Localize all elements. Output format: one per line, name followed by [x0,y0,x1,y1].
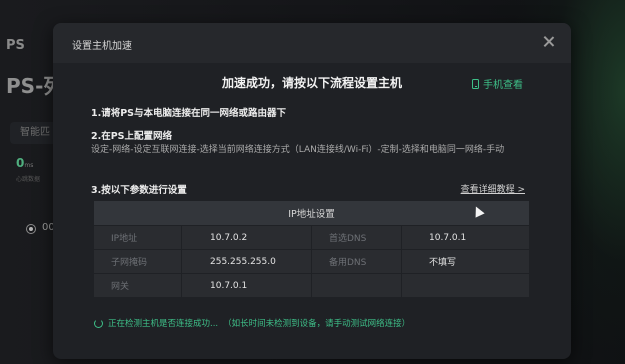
ip-settings-table: IP地址设置 IP地址 10.7.0.2 首选DNS 10.7.0.1 子网掩码… [92,200,531,298]
detection-status: 正在检测主机是否连接成功... （如长时间未检测到设备，请手动测试网络连接） [94,317,410,329]
step-1-text: 1.请将PS与本电脑连接在同一网络或路由器下 [91,108,287,119]
ip-table-header: IP地址设置 [92,200,531,226]
loading-spinner-icon [94,318,103,328]
table-row: 子网掩码 255.255.255.0 备用DNS 不填写 [93,249,531,274]
dialog-header: 设置主机加速 [53,23,571,63]
secondary-dns-value: 不填写 [400,249,531,274]
detection-hint-text: （如长时间未检测到设备，请手动测试网络连接） [223,319,411,329]
empty-label-cell [311,273,402,298]
secondary-dns-label: 备用DNS [311,249,402,274]
background-stat-label: 心跳数据 [16,176,41,183]
table-row: IP地址 10.7.0.2 首选DNS 10.7.0.1 [93,225,531,250]
ip-address-value: 10.7.0.2 [181,225,312,250]
view-tutorial-link[interactable]: 查看详细教程 > [461,182,525,195]
gateway-value: 10.7.0.1 [181,273,312,298]
primary-dns-label: 首选DNS [311,225,402,250]
primary-dns-value: 10.7.0.1 [400,225,531,250]
subnet-mask-label: 子网掩码 [93,249,182,274]
dialog-title: 设置主机加速 [72,41,132,52]
console-acceleration-dialog: 设置主机加速 加速成功，请按以下流程设置主机 手机查看 1.请将PS与本电脑连接… [53,23,571,359]
detection-status-text: 正在检测主机是否连接成功... [108,319,219,329]
background-stat-unit: ms [24,162,34,169]
playstation-logo-icon: PS [6,38,25,53]
step-2-text: 2.在PS上配置网络 [91,131,173,142]
step-2-description: 设定-网络-设定互联网连接-选择当前网络连接方式（LAN连接线/Wi-Fi）-定… [91,145,505,155]
phone-view-label: 手机查看 [483,80,523,91]
subnet-mask-value: 255.255.255.0 [181,249,312,274]
mobile-phone-icon [472,78,479,89]
phone-view-button[interactable]: 手机查看 [472,76,523,91]
table-row: 网关 10.7.0.1 [93,273,531,298]
empty-value-cell [400,273,531,298]
gateway-label: 网关 [93,273,182,298]
ip-address-label: IP地址 [93,225,182,250]
ip-table-header-row: IP地址设置 [92,200,531,226]
step-3-text: 3.按以下参数进行设置 [91,185,187,196]
background-stat: 0ms [16,156,33,170]
close-icon[interactable] [541,34,557,50]
background-radio-icon [26,224,36,234]
